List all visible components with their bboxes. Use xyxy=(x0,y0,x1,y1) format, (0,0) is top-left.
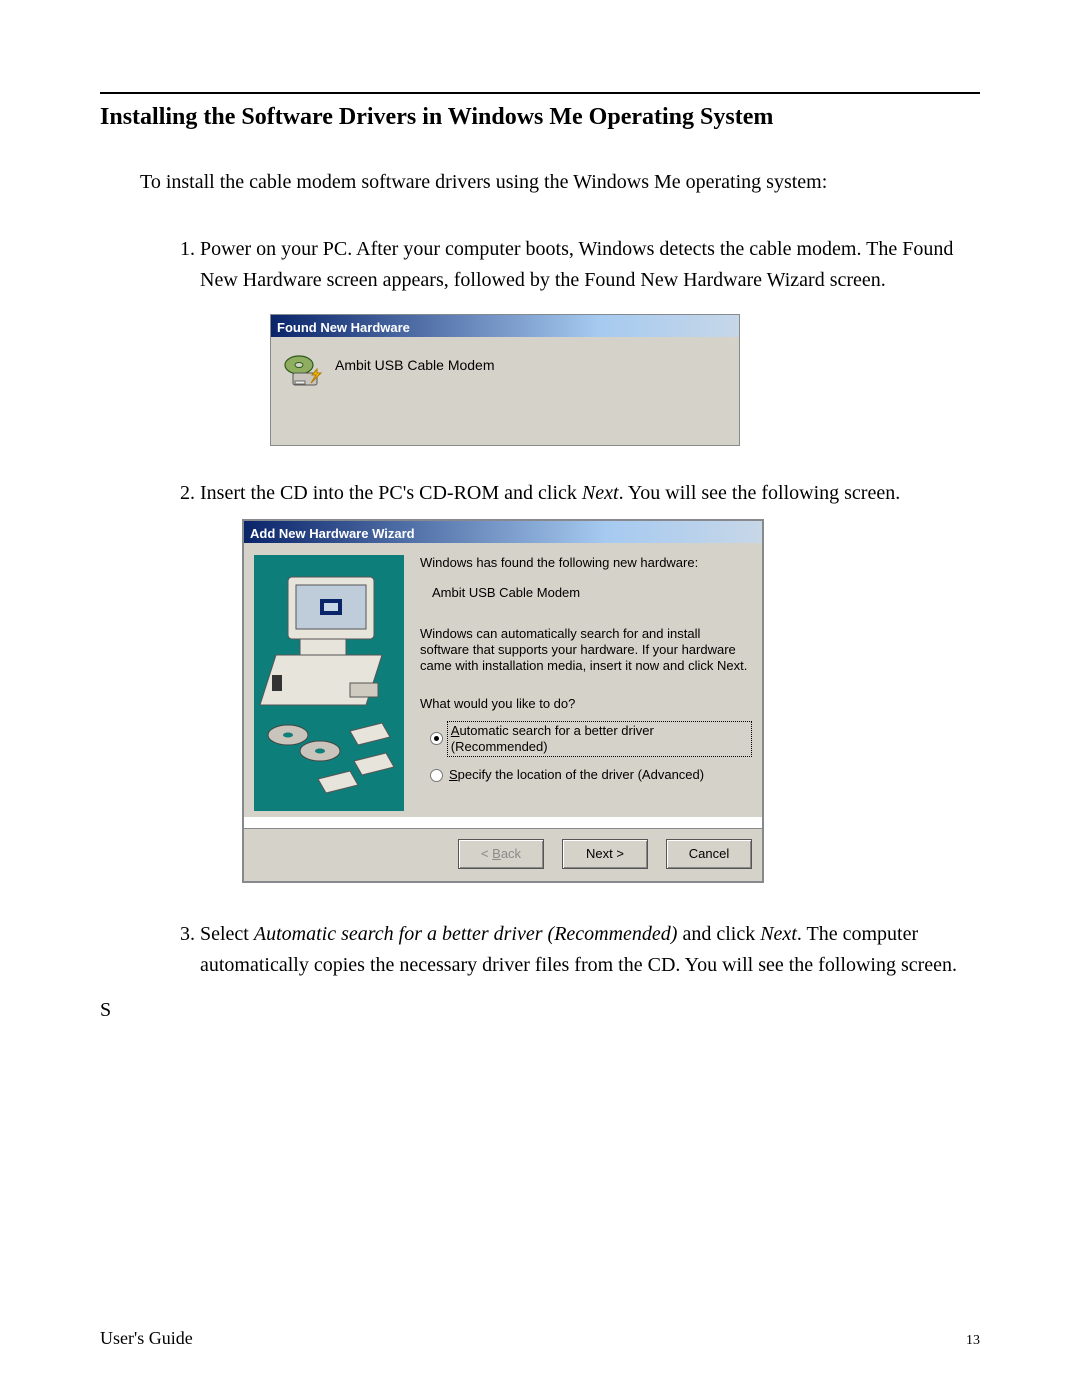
stray-letter-s: S xyxy=(100,999,980,1022)
top-rule xyxy=(100,92,980,94)
intro-text: To install the cable modem software driv… xyxy=(140,171,980,194)
step-2: Insert the CD into the PC's CD-ROM and c… xyxy=(200,478,980,883)
radio-option-automatic[interactable]: Automatic search for a better driver (Re… xyxy=(430,723,750,756)
wizard-radio-group: Automatic search for a better driver (Re… xyxy=(420,723,750,784)
footer-guide: User's Guide xyxy=(100,1328,193,1349)
radio-label-specify: Specify the location of the driver (Adva… xyxy=(449,767,704,783)
radio-option-specify[interactable]: Specify the location of the driver (Adva… xyxy=(430,767,750,783)
radio-label-automatic: Automatic search for a better driver (Re… xyxy=(449,723,750,756)
back-button[interactable]: < Back xyxy=(458,839,544,869)
add-new-hardware-wizard-dialog: Add New Hardware Wizard xyxy=(242,519,764,883)
add-new-hardware-wizard-titlebar: Add New Hardware Wizard xyxy=(244,521,762,543)
step-2-italic-next: Next xyxy=(582,482,619,504)
cd-install-icon xyxy=(281,353,323,389)
step-1-text: Power on your PC. After your computer bo… xyxy=(200,238,953,291)
section-heading: Installing the Software Drivers in Windo… xyxy=(100,104,980,131)
step-3: Select Automatic search for a better dri… xyxy=(200,919,980,981)
wizard-device-name: Ambit USB Cable Modem xyxy=(432,585,750,601)
step-3-italic-option: Automatic search for a better driver (Re… xyxy=(254,923,678,945)
next-button[interactable]: Next > xyxy=(562,839,648,869)
found-new-hardware-titlebar: Found New Hardware xyxy=(271,315,739,337)
found-new-hardware-device: Ambit USB Cable Modem xyxy=(335,355,495,377)
radio-button-icon xyxy=(430,732,443,745)
step-2-pre: Insert the CD into the PC's CD-ROM and c… xyxy=(200,482,582,504)
step-1: Power on your PC. After your computer bo… xyxy=(200,234,980,446)
install-steps: Power on your PC. After your computer bo… xyxy=(160,234,980,981)
found-new-hardware-body: Ambit USB Cable Modem xyxy=(271,337,739,445)
radio-button-icon xyxy=(430,769,443,782)
page-footer: User's Guide 13 xyxy=(100,1328,980,1349)
wizard-question: What would you like to do? xyxy=(420,696,750,712)
wizard-text-area: Windows has found the following new hard… xyxy=(420,555,750,811)
cancel-button[interactable]: Cancel xyxy=(666,839,752,869)
wizard-button-row: < Back Next > Cancel xyxy=(244,829,762,881)
wizard-graphic-icon xyxy=(254,555,404,811)
found-new-hardware-dialog: Found New Hardware Ambit USB Cable Modem xyxy=(270,314,740,446)
step-2-post: . You will see the following screen. xyxy=(619,482,901,504)
footer-page-number: 13 xyxy=(966,1333,980,1349)
wizard-description: Windows can automatically search for and… xyxy=(420,626,750,675)
step-3-pre: Select xyxy=(200,923,254,945)
step-3-italic-next: Next xyxy=(760,923,797,945)
step-3-mid: and click xyxy=(677,923,760,945)
wizard-found-line: Windows has found the following new hard… xyxy=(420,555,750,571)
